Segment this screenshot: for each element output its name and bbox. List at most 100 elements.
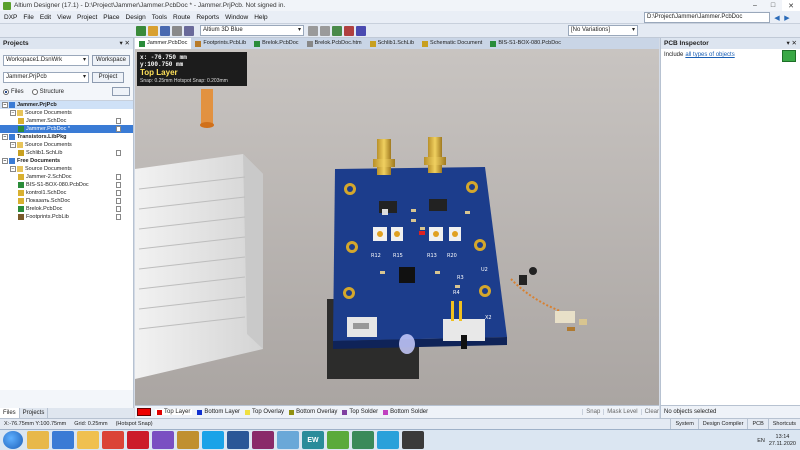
workspace-button[interactable]: Workspace	[92, 55, 130, 66]
menu-route[interactable]: Route	[173, 14, 190, 21]
footer-tab-files[interactable]: Files	[0, 408, 20, 418]
layer-tab[interactable]: Top Overlay	[245, 409, 284, 415]
view-config-select[interactable]: Altium 3D Blue	[200, 25, 304, 36]
menu-design[interactable]: Design	[126, 14, 146, 21]
taskbar-folder-icon[interactable]	[77, 431, 99, 449]
clock[interactable]: 13:14 27.11.2020	[769, 434, 796, 448]
component-icon[interactable]	[344, 25, 354, 36]
tree-item[interactable]: − Jammer.PrjPcb	[0, 101, 133, 109]
document-tab[interactable]: BIS-S1-BOX-080.PcbDoc	[486, 38, 565, 49]
taskbar-game-icon[interactable]	[177, 431, 199, 449]
pcb-3d-viewport[interactable]: R12 R15 R13 R20 R4 R3 U2 X2 x: -76.750 m…	[135, 49, 659, 405]
document-path-field[interactable]: D:\Project\Jammer\Jammer.PcbDoc	[644, 12, 770, 23]
open-icon[interactable]	[148, 25, 158, 36]
document-tab[interactable]: Schlib1.SchLib	[366, 38, 418, 49]
tree-item[interactable]: Jammer.PcbDoc *	[0, 125, 133, 133]
layer-tab[interactable]: Bottom Overlay	[289, 409, 337, 415]
forward-icon[interactable]: ▶	[782, 12, 792, 23]
taskbar-word-icon[interactable]	[227, 431, 249, 449]
tree-item[interactable]: Footprints.PcbLib	[0, 213, 133, 221]
tree-item[interactable]: Jammer.SchDoc	[0, 117, 133, 125]
document-tab[interactable]: Brelok.PcbDoc.htm	[303, 38, 366, 49]
project-field[interactable]: Jammer.PrjPcb	[3, 72, 89, 83]
document-tab[interactable]: Schematic Document	[418, 38, 486, 49]
layer-tool-clear[interactable]: Clear	[640, 409, 659, 415]
taskbar-altium-icon[interactable]	[402, 431, 424, 449]
tree-item[interactable]: Показать.SchDoc	[0, 197, 133, 205]
layer-tab[interactable]: Top Layer	[155, 409, 193, 415]
options-dropdown-icon[interactable]	[112, 87, 130, 96]
tree-item[interactable]: Schlib1.SchLib	[0, 149, 133, 157]
language-indicator[interactable]: EN	[757, 438, 765, 444]
menu-place[interactable]: Place	[103, 14, 119, 21]
layer-tool-mask-level[interactable]: Mask Level	[603, 409, 638, 415]
collapse-icon[interactable]: −	[10, 142, 16, 148]
taskbar-skype-icon[interactable]	[202, 431, 224, 449]
document-tab[interactable]: Footprints.PcbLib	[191, 38, 250, 49]
taskbar-media-icon[interactable]	[52, 431, 74, 449]
tree-item[interactable]: − Free Documents	[0, 157, 133, 165]
new-icon[interactable]	[136, 25, 146, 36]
layer-tab[interactable]: Bottom Solder	[383, 409, 428, 415]
layer-tab[interactable]: Top Solder	[342, 409, 378, 415]
route-icon[interactable]	[332, 25, 342, 36]
taskbar-image-icon[interactable]	[352, 431, 374, 449]
taskbar-winrar-icon[interactable]	[252, 431, 274, 449]
back-icon[interactable]: ◀	[772, 12, 782, 23]
undo-icon[interactable]	[308, 25, 318, 36]
zoom-icon[interactable]	[184, 25, 194, 36]
minimize-icon[interactable]: –	[746, 0, 764, 11]
taskbar-torrent-icon[interactable]	[327, 431, 349, 449]
collapse-icon[interactable]: −	[2, 158, 8, 164]
tree-item[interactable]: Jammer-2.SchDoc	[0, 173, 133, 181]
menu-file[interactable]: File	[23, 14, 33, 21]
tree-item[interactable]: − Transistors.LibPkg	[0, 133, 133, 141]
document-tab[interactable]: Brelok.PcbDoc	[250, 38, 302, 49]
close-icon[interactable]: ✕	[782, 0, 800, 11]
taskbar-chrome-icon[interactable]	[102, 431, 124, 449]
menu-edit[interactable]: Edit	[40, 14, 51, 21]
tree-item[interactable]: BIS-S1-BOX-080.PcbDoc	[0, 181, 133, 189]
collapse-icon[interactable]: −	[10, 166, 16, 172]
save-icon[interactable]	[160, 25, 170, 36]
tree-item[interactable]: − Source Documents	[0, 109, 133, 117]
pcb-board[interactable]: R12 R15 R13 R20 R4 R3 U2 X2	[333, 167, 507, 354]
redo-icon[interactable]	[320, 25, 330, 36]
collapse-icon[interactable]: −	[2, 102, 8, 108]
taskbar-opera-icon[interactable]	[127, 431, 149, 449]
tree-item[interactable]: − Source Documents	[0, 141, 133, 149]
panel-controls[interactable]: ▾ ✕	[119, 38, 130, 49]
tree-item[interactable]: Brelok.PcbDoc	[0, 205, 133, 213]
taskbar-notes-icon[interactable]	[277, 431, 299, 449]
maximize-icon[interactable]: □	[764, 0, 782, 11]
layer-tab[interactable]: Bottom Layer	[197, 409, 240, 415]
filter-icon[interactable]	[782, 50, 796, 62]
workspace-select[interactable]: Workspace1.DsnWrk	[3, 55, 89, 66]
start-button[interactable]	[3, 431, 23, 449]
tree-item[interactable]: kontrol1.SchDoc	[0, 189, 133, 197]
variations-select[interactable]: [No Variations]	[568, 25, 638, 36]
menu-reports[interactable]: Reports	[196, 14, 219, 21]
taskbar-explorer-icon[interactable]	[27, 431, 49, 449]
footer-tab-projects[interactable]: Projects	[20, 408, 49, 418]
collapse-icon[interactable]: −	[2, 134, 8, 140]
menu-window[interactable]: Window	[225, 14, 248, 21]
menu-view[interactable]: View	[57, 14, 71, 21]
taskbar-telegram-icon[interactable]	[377, 431, 399, 449]
tree-item[interactable]: − Source Documents	[0, 165, 133, 173]
menu-help[interactable]: Help	[254, 14, 267, 21]
structure-radio[interactable]	[31, 88, 38, 95]
print-icon[interactable]	[172, 25, 182, 36]
menu-tools[interactable]: Tools	[152, 14, 167, 21]
current-layer-color-swatch[interactable]	[137, 408, 151, 416]
menu-dxp[interactable]: DXP	[4, 14, 17, 21]
inspector-panel-controls[interactable]: ▾ ✕	[786, 38, 797, 49]
taskbar-viber-icon[interactable]	[152, 431, 174, 449]
project-button[interactable]: Project	[92, 72, 124, 83]
include-objects-link[interactable]: all types of objects	[685, 52, 734, 58]
files-radio[interactable]	[3, 88, 9, 95]
taskbar-ew-icon[interactable]: EW	[302, 431, 324, 449]
collapse-icon[interactable]: −	[10, 110, 16, 116]
layer-tool-snap[interactable]: Snap	[582, 409, 600, 415]
menu-project[interactable]: Project	[77, 14, 97, 21]
